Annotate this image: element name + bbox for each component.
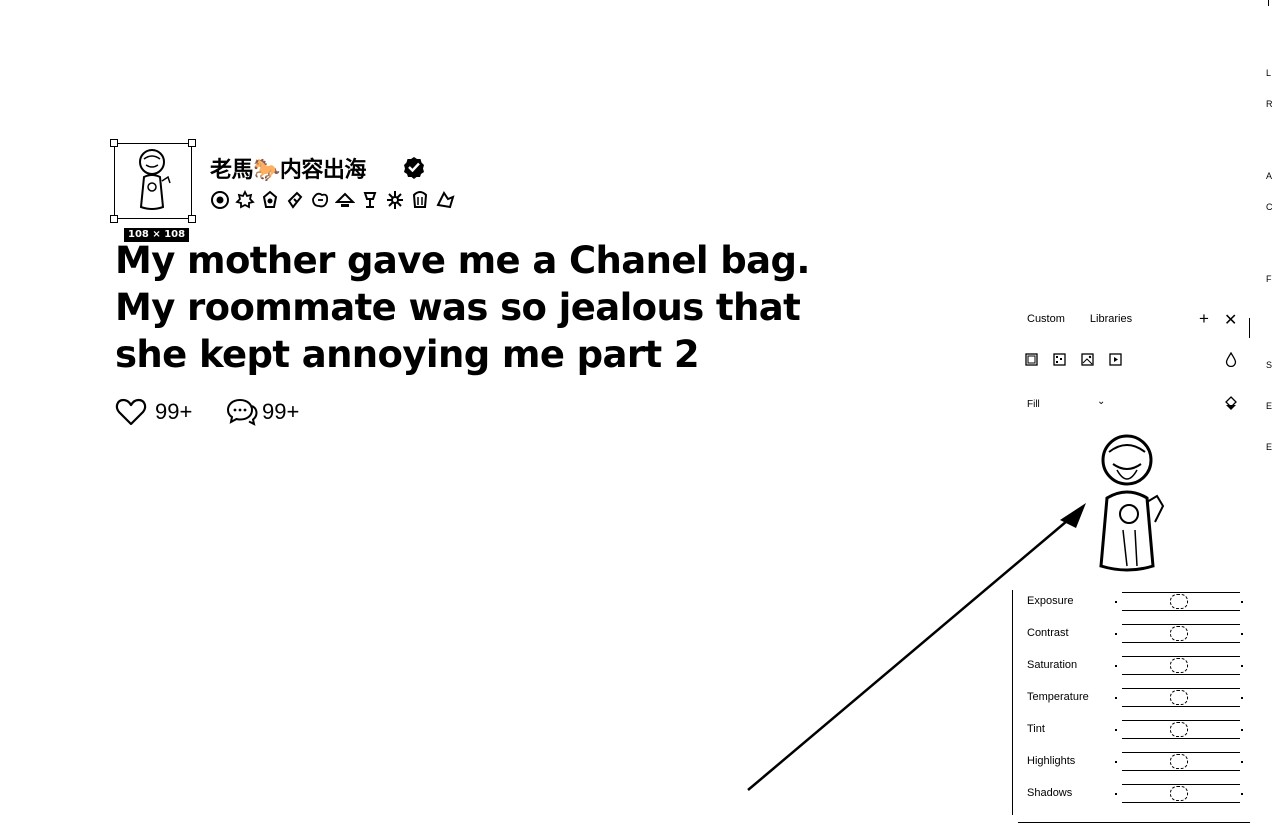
panel-tabs: Custom Libraries xyxy=(1027,313,1132,325)
temperature-slider[interactable]: Temperature xyxy=(1027,688,1247,708)
pattern-tool-icon[interactable] xyxy=(1053,353,1066,366)
slider-knob[interactable] xyxy=(1170,626,1188,641)
panel-border-bottom xyxy=(1018,822,1250,823)
dot-mark xyxy=(1115,665,1117,667)
edge-label: E xyxy=(1266,401,1272,411)
exposure-slider[interactable]: Exposure xyxy=(1027,592,1247,612)
dot-mark xyxy=(1241,793,1243,795)
slider-knob[interactable] xyxy=(1170,786,1188,801)
tab-custom[interactable]: Custom xyxy=(1027,313,1065,325)
adjustment-label: Saturation xyxy=(1027,659,1078,671)
slider-track[interactable] xyxy=(1122,688,1240,707)
tint-slider[interactable]: Tint xyxy=(1027,720,1247,740)
edge-label: A xyxy=(1266,171,1272,181)
arrow-annotation xyxy=(747,503,1086,791)
panel-border-left xyxy=(1012,590,1013,815)
edge-label: F xyxy=(1266,274,1272,284)
image-tool-icon[interactable] xyxy=(1081,353,1094,366)
highlights-slider[interactable]: Highlights xyxy=(1027,752,1247,772)
slider-track[interactable] xyxy=(1122,624,1240,643)
edge-label: E xyxy=(1266,442,1272,452)
plus-icon[interactable]: + xyxy=(1199,309,1209,329)
dot-mark xyxy=(1241,761,1243,763)
dot-mark xyxy=(1115,761,1117,763)
panel-border-right xyxy=(1249,318,1250,338)
contrast-slider[interactable]: Contrast xyxy=(1027,624,1247,644)
slider-track[interactable] xyxy=(1122,592,1240,611)
dot-mark xyxy=(1115,697,1117,699)
image-preview xyxy=(1099,434,1165,572)
frame-tool-icon[interactable] xyxy=(1025,353,1038,366)
edge-label: L xyxy=(1266,68,1272,78)
slider-track[interactable] xyxy=(1122,784,1240,803)
dot-mark xyxy=(1241,665,1243,667)
tab-libraries[interactable]: Libraries xyxy=(1090,313,1132,325)
dot-mark xyxy=(1115,729,1117,731)
adjustment-label: Tint xyxy=(1027,723,1045,735)
slider-knob[interactable] xyxy=(1170,754,1188,769)
adjustment-label: Contrast xyxy=(1027,627,1069,639)
dot-mark xyxy=(1115,633,1117,635)
shadows-slider[interactable]: Shadows xyxy=(1027,784,1247,804)
slider-track[interactable] xyxy=(1122,720,1240,739)
chevron-down-icon[interactable]: ⌄ xyxy=(1097,396,1105,407)
adjustment-label: Highlights xyxy=(1027,755,1076,767)
slider-track[interactable] xyxy=(1122,752,1240,771)
close-icon[interactable]: ✕ xyxy=(1224,310,1237,330)
dot-mark xyxy=(1115,793,1117,795)
adjustment-label: Exposure xyxy=(1027,595,1074,607)
edge-label: R xyxy=(1266,99,1272,109)
edge-label: S xyxy=(1266,360,1272,370)
saturation-slider[interactable]: Saturation xyxy=(1027,656,1247,676)
adjustment-label: Temperature xyxy=(1027,691,1089,703)
video-tool-icon[interactable] xyxy=(1109,353,1122,366)
dot-mark xyxy=(1241,633,1243,635)
paint-bucket-icon[interactable] xyxy=(1224,396,1238,412)
dot-mark xyxy=(1241,601,1243,603)
slider-knob[interactable] xyxy=(1170,658,1188,673)
edge-label: C xyxy=(1266,202,1272,212)
edge-divider xyxy=(1268,0,1269,6)
dot-mark xyxy=(1241,697,1243,699)
slider-knob[interactable] xyxy=(1170,722,1188,737)
dot-mark xyxy=(1115,601,1117,603)
fill-label[interactable]: Fill xyxy=(1027,399,1040,410)
opacity-drop-icon[interactable] xyxy=(1225,352,1237,367)
dot-mark xyxy=(1241,729,1243,731)
adjustment-label: Shadows xyxy=(1027,787,1073,799)
slider-track[interactable] xyxy=(1122,656,1240,675)
slider-knob[interactable] xyxy=(1170,690,1188,705)
slider-knob[interactable] xyxy=(1170,594,1188,609)
